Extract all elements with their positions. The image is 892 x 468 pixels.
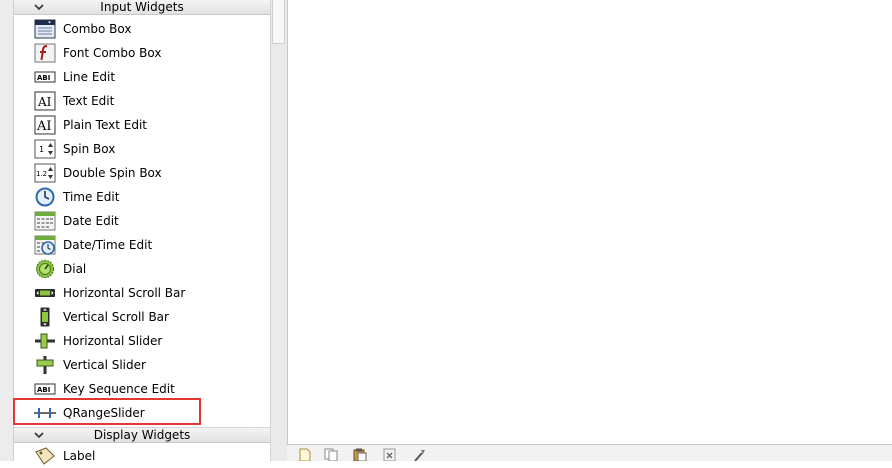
widget-item-line-edit[interactable]: ABI Line Edit [34,65,270,89]
widget-box-scrollbar[interactable] [270,0,287,461]
spin-box-glyph: 1 [39,145,44,154]
widget-item-font-combo-box[interactable]: Font Combo Box [34,41,270,65]
date-edit-icon [34,211,56,231]
dial-icon [35,259,55,279]
double-spin-box-icon: 1.2 [34,163,56,183]
delete-icon[interactable] [382,448,398,461]
widget-item-vertical-scroll-bar[interactable]: Vertical Scroll Bar [34,305,270,329]
widget-item-label: Line Edit [63,70,116,84]
widget-item-time-edit[interactable]: Time Edit [34,185,270,209]
widget-item-label-text: Label [63,449,96,463]
spin-box-icon: 1 [34,139,56,159]
font-combo-box-icon [34,43,56,63]
time-edit-icon [35,187,55,207]
widget-item-label: Date Edit [63,214,119,228]
widget-item-label: Spin Box [63,142,116,156]
paste-icon[interactable] [352,448,368,461]
key-sequence-glyph: ABI [37,386,50,394]
widget-item-text-edit[interactable]: AI Text Edit [34,89,270,113]
widget-item-dial[interactable]: Dial [34,257,270,281]
line-edit-icon: ABI [34,71,56,83]
horizontal-slider-icon [35,333,55,349]
horizontal-scroll-bar-icon [35,289,55,297]
copy-icon[interactable] [323,448,339,461]
widget-item-label: Date/Time Edit [63,238,153,252]
widget-item-spin-box[interactable]: 1 Spin Box [34,137,270,161]
tools-icon[interactable] [411,448,427,461]
widget-item-label: Horizontal Slider [63,334,163,348]
combo-box-icon [34,19,56,39]
category-header-input-widgets[interactable]: Input Widgets [14,0,270,15]
widget-item-combo-box[interactable]: Combo Box [34,17,270,41]
scrollbar-thumb[interactable] [272,0,285,44]
label-icon [35,447,55,465]
widget-item-horizontal-slider[interactable]: Horizontal Slider [34,329,270,353]
form-canvas-area[interactable] [287,0,892,461]
key-sequence-edit-icon: ABI [34,383,56,395]
widget-item-label: Time Edit [63,190,120,204]
widget-item-plain-text-edit[interactable]: AI Plain Text Edit [34,113,270,137]
plain-text-edit-icon: AI [34,115,56,135]
left-gutter [0,0,14,461]
widget-item-label: Double Spin Box [63,166,162,180]
widget-item-label: Font Combo Box [63,46,162,60]
widget-item-double-spin-box[interactable]: 1.2 Double Spin Box [34,161,270,185]
bottom-toolbar [287,444,892,461]
widget-item-label: Vertical Slider [63,358,146,372]
text-edit-glyph: AI [37,95,52,109]
widget-item-label: Plain Text Edit [63,118,147,132]
widget-item-label: Dial [63,262,87,276]
widget-item-date-time-edit[interactable]: Date/Time Edit [34,233,270,257]
widget-item-label: Vertical Scroll Bar [63,310,169,324]
category-label: Display Widgets [93,428,191,442]
widget-item-date-edit[interactable]: Date Edit [34,209,270,233]
line-edit-glyph: ABI [37,74,50,82]
vertical-scroll-bar-icon [40,307,50,327]
widget-item-label: Combo Box [63,22,132,36]
new-icon[interactable] [297,448,313,461]
selection-highlight [13,398,201,425]
category-label: Input Widgets [100,0,184,14]
plain-text-edit-glyph: AI [36,119,52,134]
widget-item-label[interactable]: Label [34,444,270,468]
text-edit-icon: AI [34,91,56,111]
category-header-display-widgets[interactable]: Display Widgets [14,427,270,443]
date-time-edit-icon [34,235,56,255]
widget-item-label: Text Edit [63,94,115,108]
widget-item-horizontal-scroll-bar[interactable]: Horizontal Scroll Bar [34,281,270,305]
double-spin-box-glyph: 1.2 [36,170,47,178]
widget-item-vertical-slider[interactable]: Vertical Slider [34,353,270,377]
widget-item-label: Horizontal Scroll Bar [63,286,186,300]
vertical-slider-icon [36,356,54,374]
